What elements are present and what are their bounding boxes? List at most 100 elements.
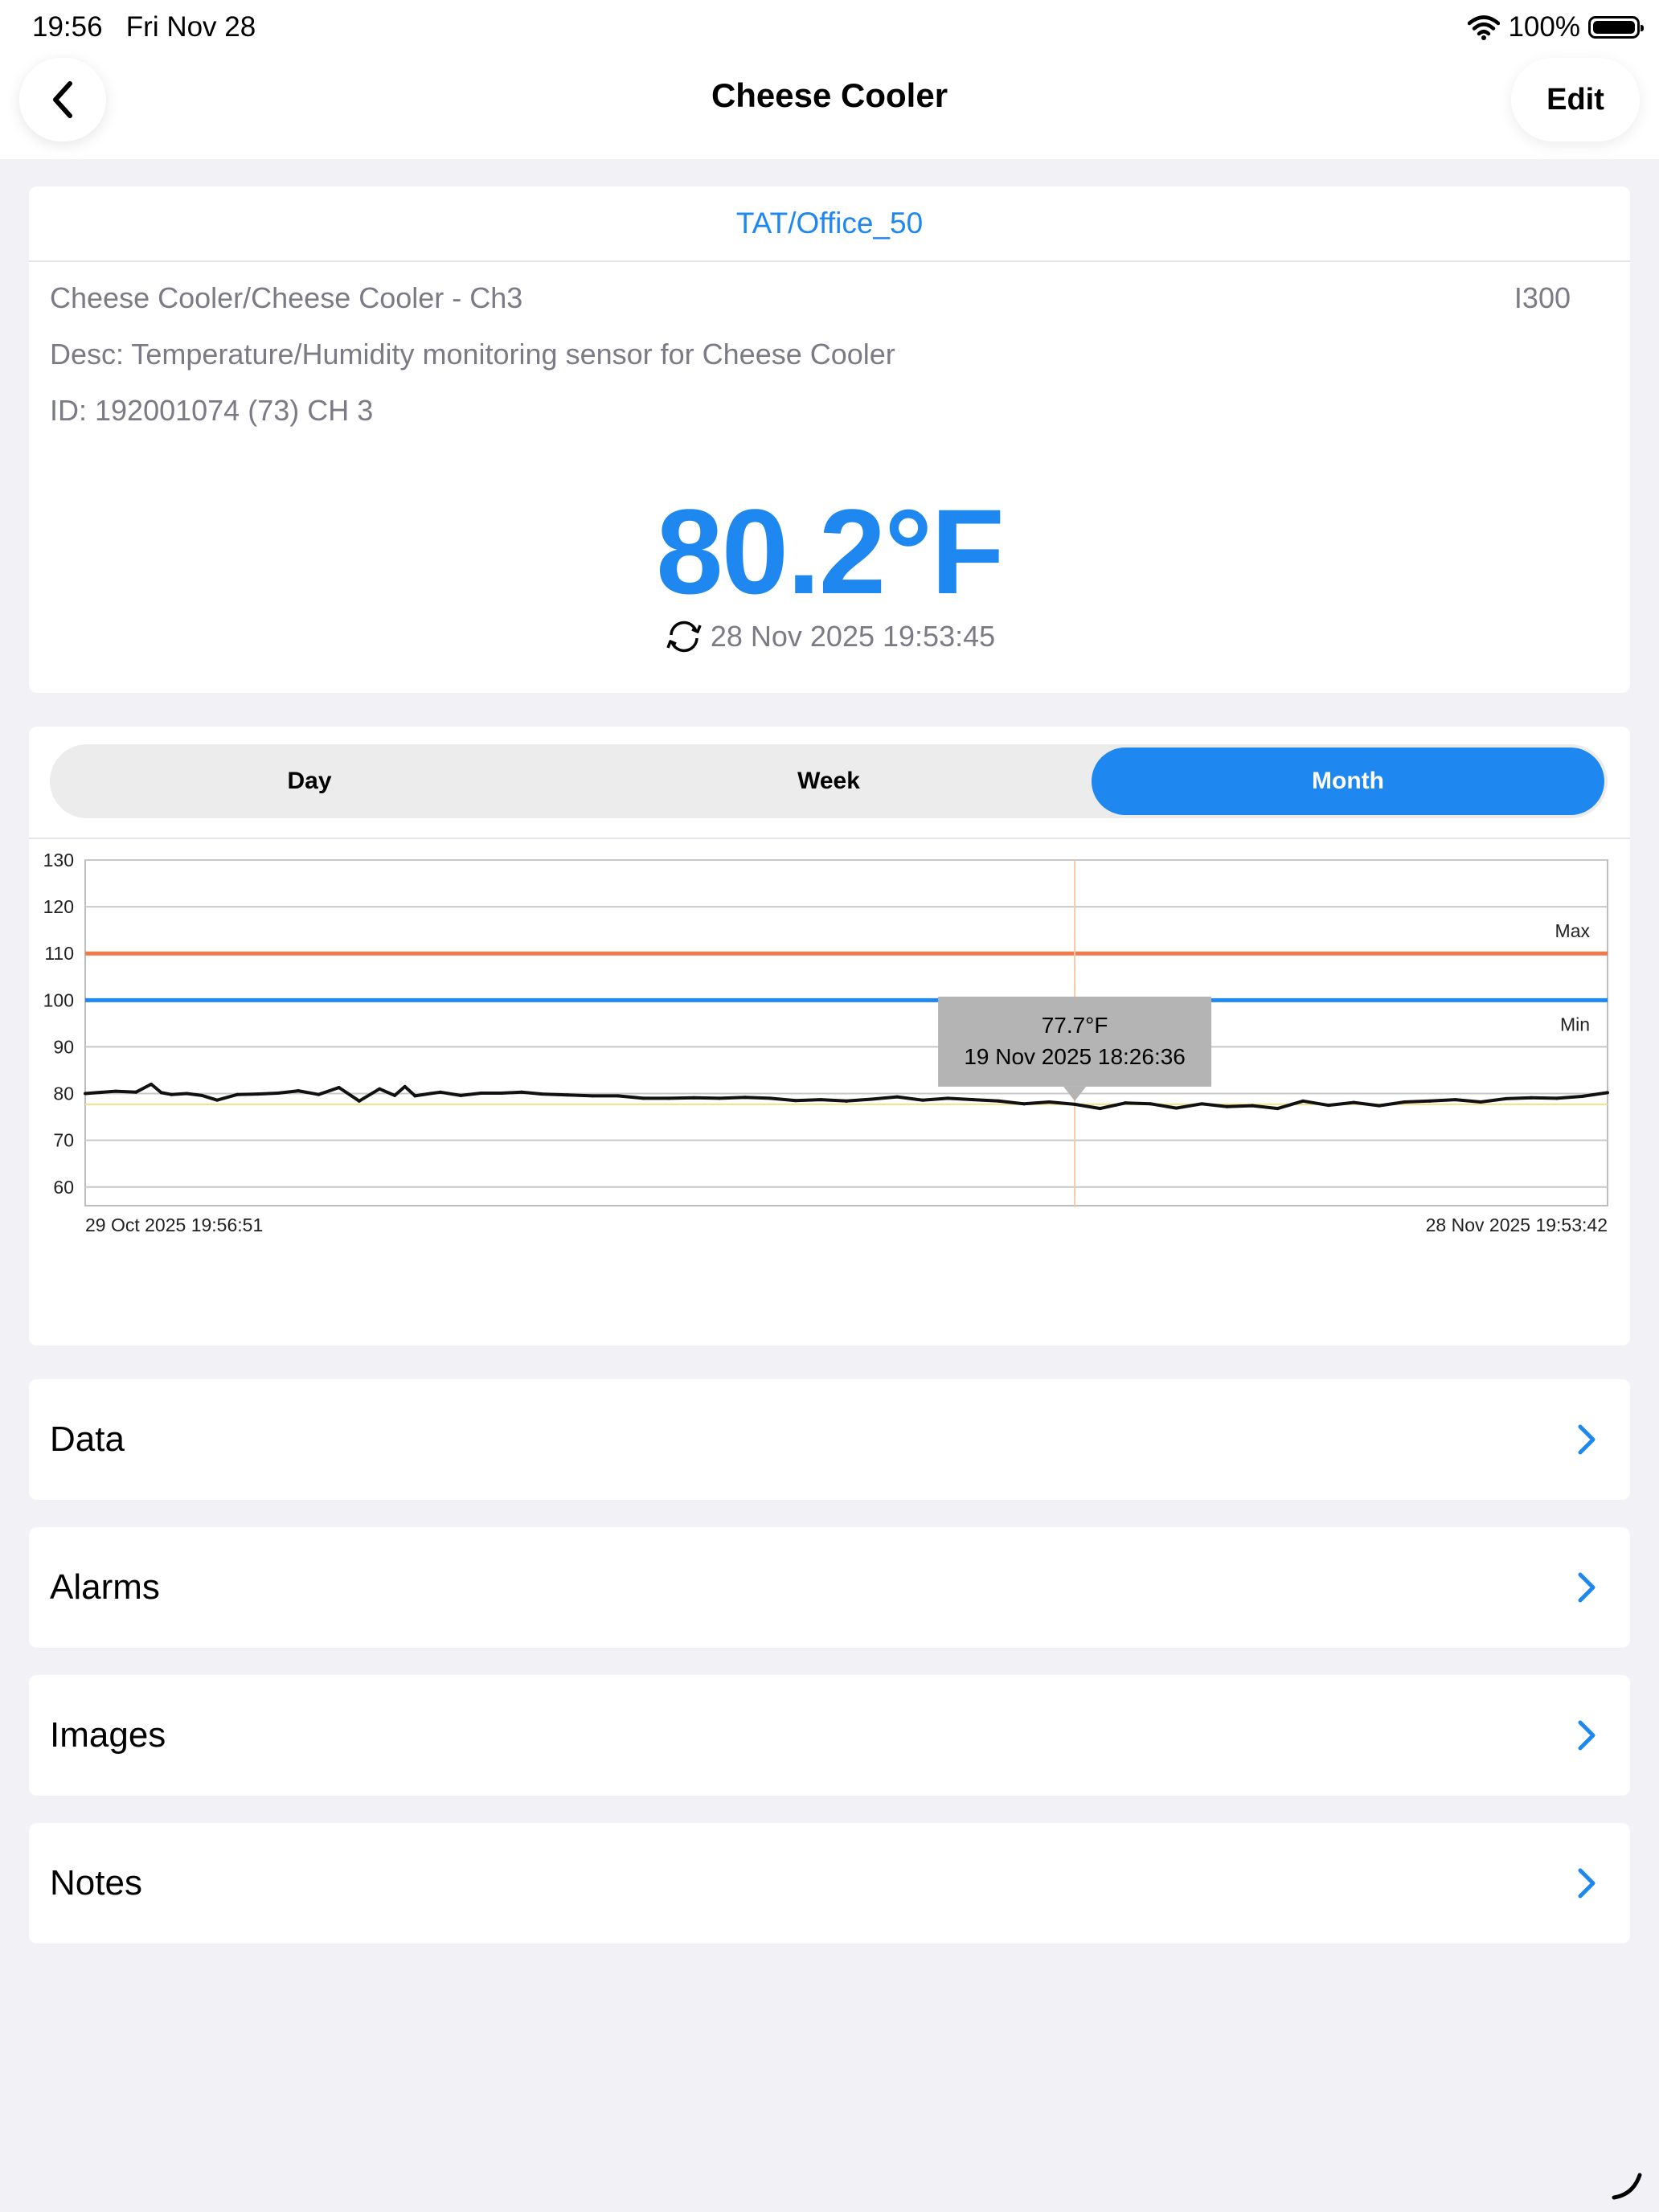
- data-point: [337, 1085, 341, 1089]
- chart-card: Day Week Month 130 120 110 100 90 80 70 60 Max Mi…: [29, 727, 1630, 1346]
- y-tick-label: 90: [53, 1036, 74, 1057]
- data-point: [185, 1092, 189, 1096]
- data-point: [946, 1096, 950, 1100]
- data-point: [159, 1091, 163, 1095]
- data-point: [479, 1091, 483, 1095]
- data-point: [793, 1099, 797, 1103]
- data-point: [1199, 1102, 1203, 1106]
- data-point: [997, 1099, 1001, 1103]
- edit-button[interactable]: Edit: [1511, 58, 1640, 141]
- plot-frame: [84, 859, 1608, 1206]
- data-point: [297, 1089, 301, 1093]
- y-tick-label: 100: [43, 989, 74, 1010]
- battery-icon: [1588, 16, 1644, 39]
- data-point: [1301, 1099, 1305, 1103]
- data-point: [150, 1082, 154, 1086]
- data-point: [1276, 1107, 1280, 1111]
- data-point: [1555, 1096, 1559, 1100]
- chevron-right-icon: [1578, 1720, 1596, 1751]
- top-bar: 19:56 Fri Nov 28 100% Cheese Cooler Edit: [0, 0, 1659, 159]
- refresh-icon[interactable]: [664, 619, 704, 654]
- data-point: [1225, 1104, 1229, 1108]
- status-time-date: 19:56 Fri Nov 28: [32, 11, 256, 43]
- tooltip-value: 77.7°F: [1042, 1013, 1108, 1038]
- data-point: [870, 1097, 874, 1101]
- data-point: [1453, 1098, 1457, 1102]
- data-point: [215, 1098, 219, 1102]
- data-point: [357, 1099, 361, 1103]
- data-point: [1124, 1101, 1128, 1105]
- data-point: [317, 1092, 321, 1096]
- data-point: [276, 1091, 280, 1095]
- status-date: Fri Nov 28: [125, 11, 256, 43]
- page-title: Cheese Cooler: [711, 76, 948, 114]
- data-point: [1403, 1100, 1407, 1104]
- data-point: [667, 1096, 671, 1100]
- temperature-chart[interactable]: 130 120 110 100 90 80 70 60 Max Min 77.7°F 19 Nov 2…: [29, 839, 1630, 1329]
- data-point: [1352, 1100, 1356, 1104]
- y-tick-label: 130: [43, 850, 74, 870]
- tab-week[interactable]: Week: [572, 748, 1085, 815]
- data-point: [200, 1093, 204, 1097]
- data-point: [84, 1092, 87, 1096]
- data-point: [393, 1093, 397, 1097]
- row-alarms[interactable]: Alarms: [29, 1527, 1630, 1648]
- tab-month[interactable]: Month: [1092, 748, 1604, 815]
- last-updated-time: 28 Nov 2025 19:53:45: [710, 620, 996, 653]
- tooltip-time: 19 Nov 2025 18:26:36: [964, 1044, 1186, 1069]
- current-reading: 80.2°F: [656, 484, 1005, 619]
- battery-percent: 100%: [1508, 11, 1580, 43]
- location-link[interactable]: TAT/Office_50: [29, 186, 1630, 262]
- range-selector: Day Week Month: [50, 744, 1608, 818]
- data-point: [1047, 1100, 1051, 1104]
- data-point: [565, 1093, 569, 1097]
- data-point: [1098, 1107, 1102, 1111]
- data-point: [641, 1096, 645, 1100]
- row-data[interactable]: Data: [29, 1379, 1630, 1500]
- data-point: [1479, 1100, 1483, 1104]
- chevron-right-icon: [1578, 1424, 1596, 1455]
- data-point: [519, 1090, 523, 1094]
- y-tick-label: 70: [53, 1130, 74, 1151]
- data-point: [438, 1090, 442, 1094]
- data-point: [591, 1094, 595, 1098]
- data-point: [540, 1092, 544, 1096]
- sensor-name: Cheese Cooler/Cheese Cooler - Ch3: [50, 281, 523, 314]
- sensor-card: TAT/Office_50 Cheese Cooler/Cheese Coole…: [29, 186, 1630, 693]
- data-point: [499, 1091, 503, 1095]
- data-point: [1174, 1106, 1178, 1110]
- status-indicators: 100%: [1468, 11, 1644, 43]
- row-alarms-label: Alarms: [50, 1567, 160, 1607]
- row-notes[interactable]: Notes: [29, 1823, 1630, 1944]
- y-tick-label: 110: [44, 943, 74, 964]
- data-point: [1326, 1104, 1330, 1108]
- data-point: [459, 1093, 463, 1097]
- row-images[interactable]: Images: [29, 1675, 1630, 1796]
- data-point: [1073, 1102, 1077, 1106]
- tooltip-box: [938, 996, 1212, 1087]
- sensor-description: Desc: Temperature/Humidity monitoring se…: [50, 338, 895, 371]
- row-images-label: Images: [50, 1715, 166, 1755]
- data-point: [845, 1099, 848, 1103]
- data-point: [920, 1098, 924, 1102]
- data-point: [413, 1094, 417, 1098]
- data-point: [170, 1092, 174, 1096]
- y-tick-label: 80: [53, 1083, 74, 1104]
- data-point: [134, 1090, 138, 1094]
- x-start-label: 29 Oct 2025 19:56:51: [85, 1215, 263, 1235]
- data-point: [1580, 1095, 1584, 1099]
- tab-day[interactable]: Day: [53, 748, 566, 815]
- y-tick-label: 120: [43, 896, 74, 917]
- data-point: [616, 1094, 620, 1098]
- y-tick-label: 60: [53, 1177, 74, 1198]
- data-point: [1149, 1102, 1153, 1106]
- data-point: [1022, 1102, 1026, 1106]
- data-point: [692, 1096, 696, 1100]
- data-point: [1504, 1096, 1508, 1100]
- data-point: [378, 1087, 382, 1091]
- data-point: [1428, 1099, 1432, 1103]
- row-data-label: Data: [50, 1419, 125, 1459]
- x-end-label: 28 Nov 2025 19:53:42: [1426, 1215, 1608, 1235]
- sensor-model: I300: [1514, 281, 1571, 314]
- max-label: Max: [1555, 920, 1591, 941]
